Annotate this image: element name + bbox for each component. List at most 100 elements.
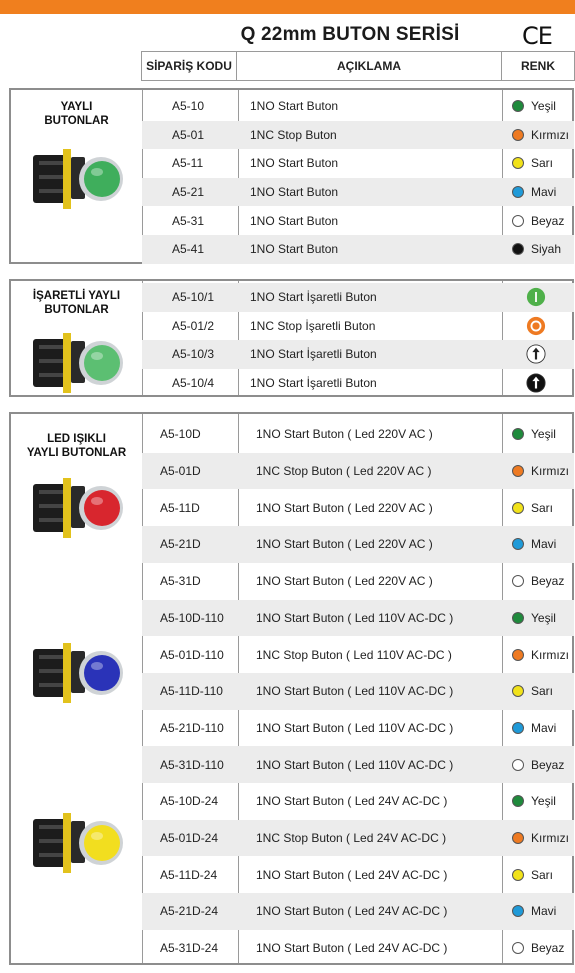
color-label: Kırmızı (531, 464, 569, 479)
header-code: SİPARİŞ KODU (141, 51, 237, 81)
color-cell: Mavi (502, 537, 574, 551)
color-cell: Beyaz (502, 941, 574, 955)
color-swatch-icon (512, 465, 524, 478)
color-swatch-icon (512, 100, 524, 113)
color-label: Beyaz (531, 941, 565, 956)
section-title: YAYLI BUTONLAR (11, 100, 142, 128)
description: 1NO Start Buton (250, 242, 339, 257)
color-swatch-icon (512, 721, 524, 734)
section-title-line: BUTONLAR (44, 115, 109, 127)
color-label: Yeşil (531, 427, 556, 442)
header-description: AÇIKLAMA (237, 51, 502, 81)
table-row: A5-31D-110 1NO Start Buton ( Led 110V AC-… (142, 746, 574, 783)
table-row: A5-01D 1NC Stop Buton ( Led 220V AC ) Kırm… (142, 452, 574, 490)
color-cell: Kırmızı (502, 128, 574, 142)
white-arrow-icon (526, 344, 546, 364)
description: 1NO Start Buton (250, 156, 339, 171)
order-code: A5-10D-24 (160, 794, 219, 809)
color-cell: Beyaz (502, 214, 574, 228)
black-arrow-icon (526, 373, 546, 393)
section-title: İŞARETLİ YAYLI BUTONLAR (11, 289, 142, 317)
color-swatch-icon (512, 501, 524, 514)
description: 1NO Start Buton (250, 99, 339, 114)
section-0: YAYLI BUTONLAR A5-10 1NO Start Buton Yeşil A5… (9, 88, 574, 264)
yellow-led-button-image (29, 799, 129, 886)
color-swatch-icon (512, 832, 524, 845)
description: 1NO Start İşaretli Buton (250, 290, 377, 305)
table-row: A5-11D-110 1NO Start Buton ( Led 110V AC-… (142, 672, 574, 710)
table-row: A5-10D-24 1NO Start Buton ( Led 24V AC-DC… (142, 783, 574, 820)
color-cell: Kırmızı (502, 464, 574, 478)
description: 1NO Start Buton ( Led 24V AC-DC ) (256, 867, 448, 882)
table-row: A5-21D-24 1NO Start Buton ( Led 24V AC-DC… (142, 893, 574, 930)
table-row: A5-10/3 1NO Start İşaretli Buton (142, 340, 574, 369)
color-cell (502, 344, 574, 364)
table-row: A5-31 1NO Start Buton Beyaz (142, 206, 574, 235)
table-row: A5-11D 1NO Start Buton ( Led 220V AC ) Sar… (142, 489, 574, 526)
color-label: Sarı (531, 684, 554, 699)
order-code: A5-11D-24 (160, 867, 218, 882)
table-row: A5-41 1NO Start Buton Siyah (142, 235, 574, 264)
color-label: Beyaz (531, 213, 565, 228)
color-swatch-icon (512, 243, 524, 256)
color-cell: Sarı (502, 684, 574, 698)
color-cell: Beyaz (502, 574, 574, 588)
color-label: Kırmızı (531, 127, 569, 142)
table-row: A5-01D-24 1NC Stop Buton ( Led 24V AC-DC … (142, 819, 574, 857)
color-swatch-icon (512, 575, 524, 588)
description: 1NC Stop Buton ( Led 110V AC-DC ) (256, 647, 452, 662)
color-cell: Sarı (502, 868, 574, 882)
description: 1NO Start Buton ( Led 24V AC-DC ) (256, 904, 448, 919)
description: 1NO Start Buton ( Led 110V AC-DC ) (256, 684, 454, 699)
color-label: Beyaz (531, 757, 565, 772)
color-cell: Siyah (502, 242, 574, 256)
color-label: Yeşil (531, 794, 556, 809)
color-cell: Yeşil (502, 99, 574, 113)
order-code: A5-31D-24 (160, 941, 219, 956)
color-swatch-icon (512, 186, 524, 199)
order-code: A5-10/1 (172, 290, 215, 305)
order-code: A5-01D (160, 464, 201, 479)
color-label: Mavi (531, 537, 557, 552)
color-cell: Yeşil (502, 794, 574, 808)
top-accent-bar (0, 0, 575, 14)
order-code: A5-31 (172, 213, 205, 228)
description: 1NC Stop İşaretli Buton (250, 318, 376, 333)
red-led-button-image (29, 464, 129, 551)
color-cell (502, 287, 574, 307)
description: 1NO Start Buton ( Led 24V AC-DC ) (256, 941, 448, 956)
order-code: A5-01 (172, 127, 205, 142)
order-code: A5-21D-110 (160, 720, 224, 735)
color-label: Mavi (531, 185, 557, 200)
table-row: A5-01 1NC Stop Buton Kırmızı (142, 120, 574, 150)
color-label: Siyah (531, 242, 562, 257)
section-title-line: LED IŞIKLI (47, 433, 106, 445)
section-title: LED IŞIKLI YAYLI BUTONLAR (11, 432, 142, 460)
description: 1NO Start Buton (250, 213, 339, 228)
color-cell: Mavi (502, 185, 574, 199)
color-label: Sarı (531, 156, 554, 171)
color-label: Yeşil (531, 99, 556, 114)
description: 1NO Start Buton ( Led 110V AC-DC ) (256, 757, 454, 772)
color-label: Mavi (531, 904, 557, 919)
color-cell (502, 373, 574, 393)
section-2: LED IŞIKLI YAYLI BUTONLAR A5-10D 1NO Start … (9, 412, 574, 965)
description: 1NO Start İşaretli Buton (250, 347, 377, 362)
color-swatch-icon (512, 538, 524, 551)
green-start-icon (526, 287, 546, 307)
color-swatch-icon (512, 685, 524, 698)
page-title: Q 22mm BUTON SERİSİ (240, 24, 460, 45)
color-cell: Mavi (502, 721, 574, 735)
section-title-line: BUTONLAR (44, 304, 109, 316)
blue-led-button-image (29, 629, 129, 716)
order-code: A5-11D (160, 500, 200, 515)
table-row: A5-01/2 1NC Stop İşaretli Buton (142, 312, 574, 341)
table-row: A5-10/4 1NO Start İşaretli Buton (142, 369, 574, 398)
description: 1NO Start Buton ( Led 220V AC ) (256, 574, 433, 589)
description: 1NC Stop Buton ( Led 220V AC ) (256, 464, 432, 479)
color-swatch-icon (512, 214, 524, 227)
order-code: A5-01/2 (172, 318, 215, 333)
table-row: A5-31D-24 1NO Start Buton ( Led 24V AC-DC… (142, 930, 574, 967)
color-label: Mavi (531, 720, 557, 735)
description: 1NO Start Buton ( Led 220V AC ) (256, 537, 433, 552)
